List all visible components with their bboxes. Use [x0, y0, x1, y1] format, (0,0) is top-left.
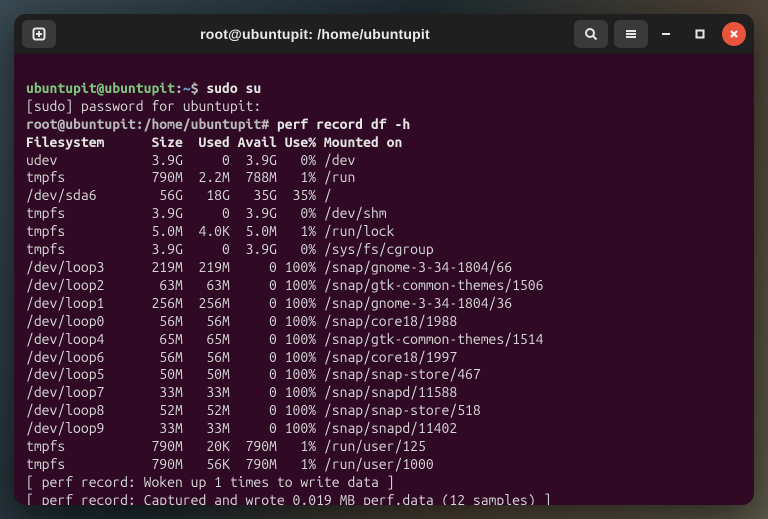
df-row: /dev/loop4 65M 65M 0 100% /snap/gtk-comm…	[26, 331, 543, 347]
output-line: [ perf record: Woken up 1 times to write…	[26, 474, 394, 490]
maximize-icon	[695, 29, 705, 39]
new-tab-button[interactable]	[22, 20, 56, 48]
df-row: /dev/loop5 50M 50M 0 100% /snap/snap-sto…	[26, 366, 481, 382]
minimize-icon	[661, 29, 671, 39]
prompt-sigil: $	[191, 80, 199, 96]
df-row: tmpfs 5.0M 4.0K 5.0M 1% /run/lock	[26, 223, 394, 239]
output-line: [sudo] password for ubuntupit:	[26, 98, 261, 114]
df-row: /dev/sda6 56G 18G 35G 35% /	[26, 187, 332, 203]
titlebar: root@ubuntupit: /home/ubuntupit	[14, 14, 754, 54]
hamburger-menu-button[interactable]	[614, 20, 648, 48]
df-row: /dev/loop1 256M 256M 0 100% /snap/gnome-…	[26, 295, 512, 311]
df-row: /dev/loop6 56M 56M 0 100% /snap/core18/1…	[26, 349, 457, 365]
prompt-user: ubuntupit@ubuntupit	[26, 80, 175, 96]
prompt-sep: :	[175, 80, 183, 96]
df-row: udev 3.9G 0 3.9G 0% /dev	[26, 152, 355, 168]
plus-in-square-icon	[32, 27, 46, 41]
terminal-window: root@ubuntupit: /home/ubuntupit ubuntupi…	[14, 14, 754, 505]
prompt-sigil: #	[261, 116, 269, 132]
minimize-button[interactable]	[654, 22, 678, 46]
prompt-path: /home/ubuntupit	[144, 116, 262, 132]
hamburger-icon	[624, 27, 638, 41]
search-icon	[584, 27, 598, 41]
df-row: tmpfs 790M 20K 790M 1% /run/user/125	[26, 438, 426, 454]
df-row: /dev/loop2 63M 63M 0 100% /snap/gtk-comm…	[26, 277, 543, 293]
df-row: tmpfs 790M 56K 790M 1% /run/user/1000	[26, 456, 434, 472]
df-row: /dev/loop7 33M 33M 0 100% /snap/snapd/11…	[26, 384, 457, 400]
df-row: tmpfs 3.9G 0 3.9G 0% /sys/fs/cgroup	[26, 241, 434, 257]
prompt-user: root@ubuntupit	[26, 116, 136, 132]
output-line: [ perf record: Captured and wrote 0.019 …	[26, 492, 551, 505]
df-row: /dev/loop0 56M 56M 0 100% /snap/core18/1…	[26, 313, 457, 329]
command-text: perf record df -h	[277, 116, 410, 132]
search-button[interactable]	[574, 20, 608, 48]
df-header: Filesystem Size Used Avail Use% Mounted …	[26, 134, 402, 150]
command-text: sudo su	[206, 80, 261, 96]
maximize-button[interactable]	[688, 22, 712, 46]
close-button[interactable]	[722, 22, 746, 46]
df-row: tmpfs 3.9G 0 3.9G 0% /dev/shm	[26, 205, 387, 221]
df-row: /dev/loop8 52M 52M 0 100% /snap/snap-sto…	[26, 402, 481, 418]
terminal-body[interactable]: ubuntupit@ubuntupit:~$ sudo su [sudo] pa…	[14, 54, 754, 505]
df-row: tmpfs 790M 2.2M 788M 1% /run	[26, 169, 355, 185]
window-controls	[654, 22, 746, 46]
prompt-path: ~	[183, 80, 191, 96]
df-row: /dev/loop9 33M 33M 0 100% /snap/snapd/11…	[26, 420, 457, 436]
df-row: /dev/loop3 219M 219M 0 100% /snap/gnome-…	[26, 259, 512, 275]
window-title: root@ubuntupit: /home/ubuntupit	[62, 26, 568, 42]
prompt-sep: :	[136, 116, 144, 132]
close-icon	[729, 29, 739, 39]
